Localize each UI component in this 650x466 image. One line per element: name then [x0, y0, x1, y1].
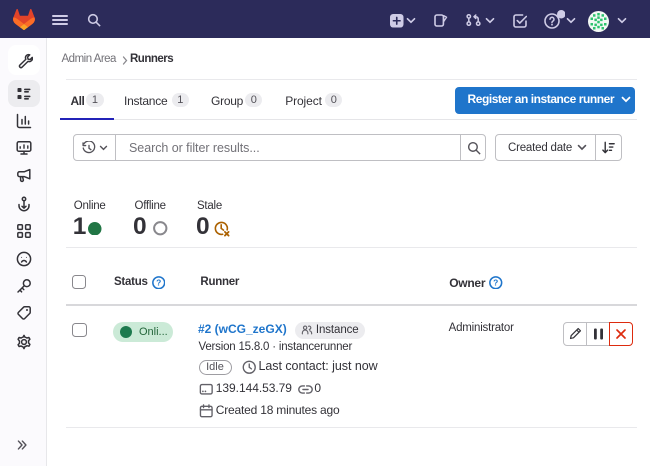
- svg-text:?: ?: [493, 277, 498, 287]
- svg-text:?: ?: [156, 277, 161, 287]
